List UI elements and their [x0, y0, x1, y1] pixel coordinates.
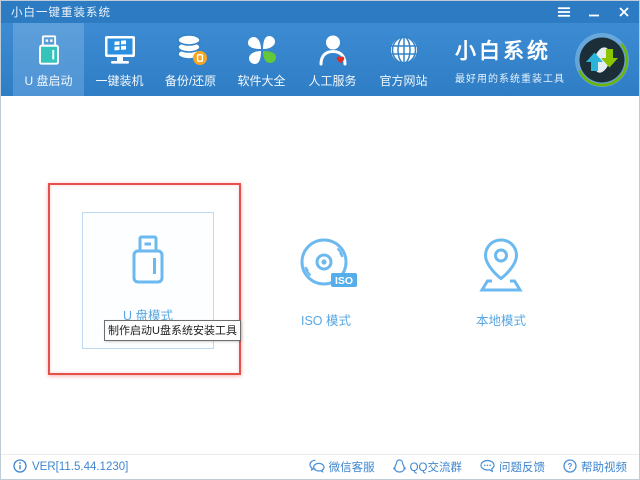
local-mode-label: 本地模式 [476, 310, 526, 329]
nav-tab-label: 软件大全 [237, 72, 285, 89]
window-title: 小白一键重装系统 [11, 4, 111, 20]
brand-tagline: 最好用的系统重装工具 [455, 70, 565, 85]
iso-mode-label: ISO 模式 [301, 310, 351, 329]
monitor-windows-icon [101, 31, 139, 69]
nav-tab-label: U 盘启动 [24, 72, 72, 89]
app-window: 小白一键重装系统 U 盘 [0, 0, 640, 480]
status-bar: VER[11.5.44.1230] 微信客服 [1, 454, 639, 479]
svg-text:?: ? [568, 462, 573, 471]
clover-apps-icon [243, 31, 281, 69]
nav-tab-label: 一键装机 [95, 72, 143, 89]
local-mode-item[interactable]: 本地模式 [441, 233, 561, 329]
help-circle-icon: ? [563, 459, 577, 476]
usb-mode-tooltip: 制作启动U盘系统安装工具 [104, 320, 241, 341]
person-heart-icon [314, 31, 352, 69]
help-video-link[interactable]: ? 帮助视频 [563, 459, 627, 476]
close-button[interactable] [617, 7, 631, 17]
usb-drive-icon [30, 31, 68, 69]
feedback-link-label: 问题反馈 [499, 459, 545, 475]
iso-disc-icon: ISO [293, 233, 359, 302]
nav-tab-software[interactable]: 软件大全 [226, 23, 297, 96]
iso-mode-item[interactable]: ISO ISO 模式 [266, 233, 386, 329]
usb-stick-icon [116, 228, 180, 297]
wechat-link-label: 微信客服 [329, 459, 375, 475]
globe-icon [385, 31, 423, 69]
sync-arrows-logo-icon [573, 31, 631, 89]
nav-tab-usb-boot[interactable]: U 盘启动 [13, 23, 84, 96]
nav-tab-label: 人工服务 [308, 72, 356, 89]
wechat-support-link[interactable]: 微信客服 [309, 459, 375, 476]
main-area: U 盘模式 制作启动U盘系统安装工具 ISO [1, 96, 639, 456]
minimize-button[interactable] [587, 7, 601, 17]
brand-name: 小白系统 [455, 35, 565, 65]
nav-tab-label: 备份/还原 [165, 72, 216, 89]
nav-tab-website[interactable]: 官方网站 [368, 23, 439, 96]
menu-icon[interactable] [557, 7, 571, 17]
nav-tab-one-click-install[interactable]: 一键装机 [84, 23, 155, 96]
iso-badge: ISO [335, 275, 353, 287]
nav-tab-support[interactable]: 人工服务 [297, 23, 368, 96]
wechat-icon [309, 459, 325, 476]
qq-group-link[interactable]: QQ交流群 [393, 459, 462, 476]
qq-link-label: QQ交流群 [410, 459, 462, 475]
nav-tab-backup-restore[interactable]: 备份/还原 [155, 23, 226, 96]
info-icon [13, 459, 27, 476]
nav-tab-label: 官方网站 [379, 72, 427, 89]
brand: 小白系统 最好用的系统重装工具 [455, 23, 631, 96]
version-text: VER[11.5.44.1230] [32, 461, 128, 473]
feedback-link[interactable]: 问题反馈 [480, 459, 545, 476]
database-backup-icon [172, 31, 210, 69]
help-link-label: 帮助视频 [581, 459, 627, 475]
feedback-bubble-icon [480, 459, 495, 476]
title-bar: 小白一键重装系统 [1, 1, 639, 23]
qq-icon [393, 459, 406, 476]
location-pin-icon [469, 233, 533, 302]
